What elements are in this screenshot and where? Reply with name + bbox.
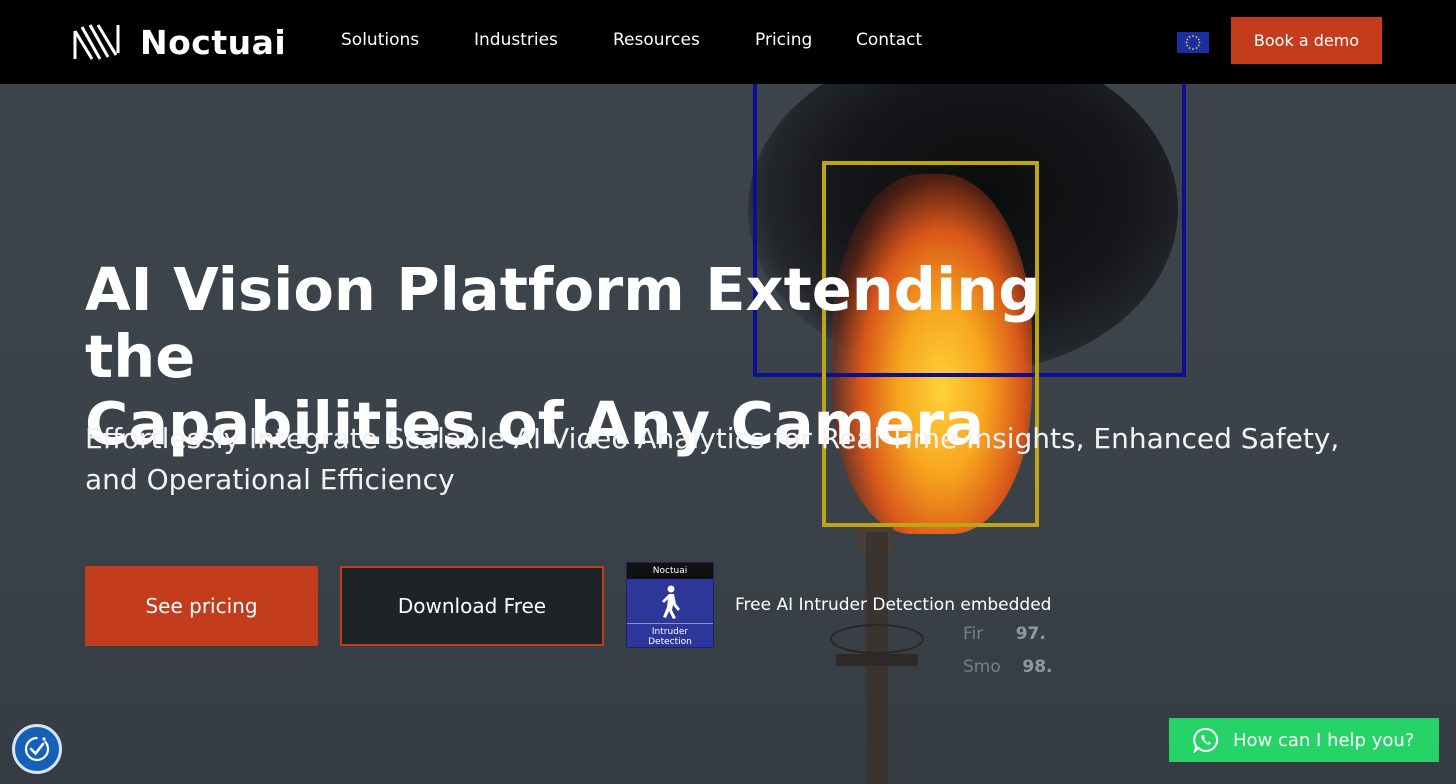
top-navigation: Noctuai Solutions Industries Resources P… [0, 0, 1456, 84]
walking-person-icon [662, 585, 680, 619]
intruder-detection-badge[interactable]: Noctuai Intruder Detection [626, 562, 714, 648]
badge-brand: Noctuai [627, 563, 713, 579]
book-demo-button[interactable]: Book a demo [1231, 17, 1382, 64]
accessibility-check-icon [24, 736, 50, 762]
hero-subtitle-line2: and Operational Efficiency [85, 463, 455, 496]
see-pricing-button[interactable]: See pricing [85, 566, 318, 646]
hero-title-line1: AI Vision Platform Extending the [85, 255, 1041, 391]
brand-name: Noctuai [140, 22, 287, 62]
eu-flag-icon [1177, 32, 1209, 53]
brand-logo[interactable]: Noctuai [72, 22, 286, 62]
whatsapp-chat-label: How can I help you? [1233, 729, 1415, 751]
flare-stack-platform [830, 624, 924, 654]
whatsapp-icon [1193, 727, 1218, 753]
nav-industries[interactable]: Industries [474, 30, 558, 50]
fire-confidence: Fir 97. [963, 624, 1046, 644]
nav-resources[interactable]: Resources [613, 30, 700, 50]
badge-label: Intruder Detection [627, 623, 713, 647]
download-free-button[interactable]: Download Free [340, 566, 604, 646]
accessibility-button[interactable] [12, 724, 62, 774]
hero-subtitle: Effortlessly Integrate Scalable AI Video… [85, 418, 1385, 500]
whatsapp-chat-button[interactable]: How can I help you? [1169, 718, 1439, 762]
hero-subtitle-line1: Effortlessly Integrate Scalable AI Video… [85, 422, 1340, 455]
smoke-confidence: Smo 98. [963, 657, 1053, 677]
flare-stack-platform-base [836, 654, 918, 666]
nav-pricing[interactable]: Pricing [755, 30, 812, 50]
noctuai-logo-icon [73, 24, 120, 60]
nav-solutions[interactable]: Solutions [341, 30, 419, 50]
badge-caption: Free AI Intruder Detection embedded [735, 595, 1052, 615]
nav-contact[interactable]: Contact [856, 30, 922, 50]
